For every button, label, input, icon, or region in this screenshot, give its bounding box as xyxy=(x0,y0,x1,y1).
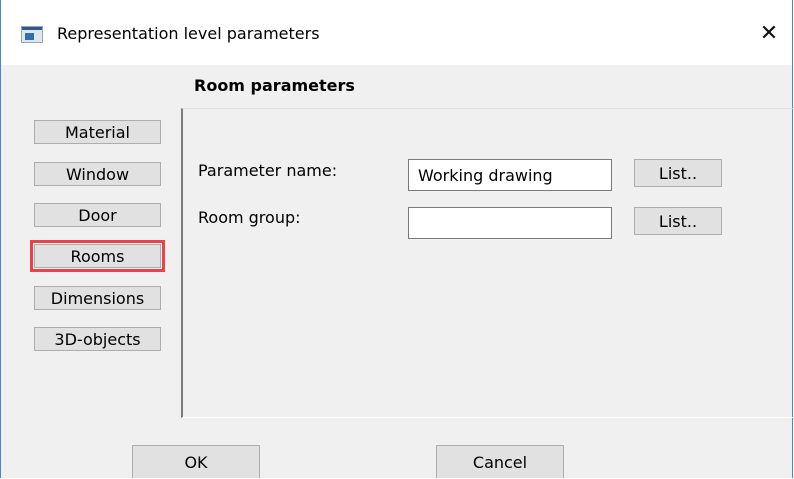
ok-button[interactable]: OK xyxy=(132,445,260,478)
parameter-name-input[interactable] xyxy=(408,159,612,191)
sidebar-item-3d-objects[interactable]: 3D-objects xyxy=(34,327,161,351)
sidebar-item-window[interactable]: Window xyxy=(34,162,161,186)
content-panel xyxy=(181,108,793,418)
sidebar-item-rooms[interactable]: Rooms xyxy=(30,240,165,272)
parameter-name-list-button[interactable]: List.. xyxy=(634,159,722,187)
sidebar-item-door[interactable]: Door xyxy=(34,203,161,227)
sidebar-item-material[interactable]: Material xyxy=(34,120,161,144)
window-title: Representation level parameters xyxy=(57,24,320,43)
section-title: Room parameters xyxy=(194,76,355,95)
room-group-list-button[interactable]: List.. xyxy=(634,207,722,235)
room-group-label: Room group: xyxy=(198,208,301,227)
sidebar-item-dimensions[interactable]: Dimensions xyxy=(34,286,161,310)
room-group-input[interactable] xyxy=(408,207,612,239)
cancel-button[interactable]: Cancel xyxy=(436,445,564,478)
dialog-window: Representation level parameters ✕ Room p… xyxy=(0,0,793,478)
close-icon[interactable]: ✕ xyxy=(746,11,792,55)
window-app-icon xyxy=(21,26,43,43)
parameter-name-label: Parameter name: xyxy=(198,161,338,180)
title-bar: Representation level parameters ✕ xyxy=(1,0,792,65)
